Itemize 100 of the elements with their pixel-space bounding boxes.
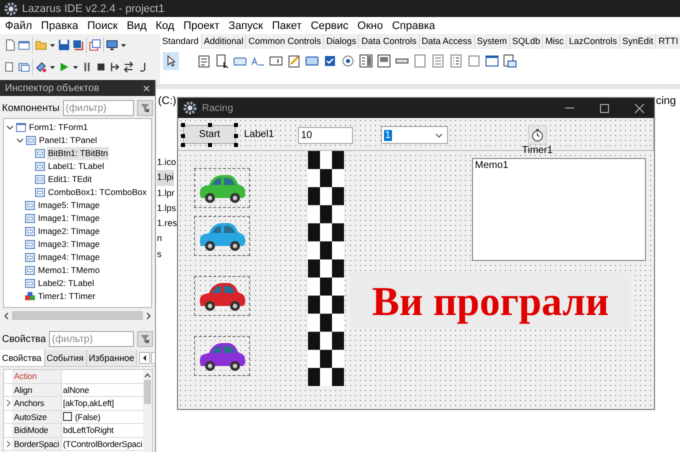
filter-field[interactable]: (фильтр): [48, 331, 134, 347]
clear-filter-button[interactable]: [137, 100, 153, 116]
menu-item[interactable]: Пакет: [272, 20, 302, 32]
palette-tab[interactable]: RTTI: [656, 34, 680, 49]
memo-box[interactable]: Memo1: [472, 158, 646, 261]
tree-item[interactable]: Image3: TImage: [37, 238, 101, 251]
step-into-icon[interactable]: [109, 61, 121, 73]
menu-item[interactable]: Проект: [183, 20, 220, 32]
tree-item[interactable]: Image5: TImage: [37, 199, 101, 212]
combo-box[interactable]: 1: [381, 126, 448, 144]
caret-icon[interactable]: [120, 42, 127, 48]
palette-tab[interactable]: Common Controls: [246, 34, 324, 49]
save-icon[interactable]: [58, 39, 70, 51]
chevron-left-icon[interactable]: [3, 312, 9, 320]
chevron-down-icon[interactable]: [6, 124, 14, 130]
component-icon[interactable]: [377, 54, 391, 68]
palette-tab[interactable]: Dialogs: [324, 34, 360, 49]
build-icon[interactable]: [35, 61, 47, 73]
palette-tab[interactable]: Data Access: [420, 34, 475, 49]
tree-item[interactable]: Label2: TLabel: [37, 277, 96, 290]
clear-filter-button[interactable]: [137, 331, 153, 347]
component-icon[interactable]: [449, 54, 463, 68]
selection-handle[interactable]: [234, 123, 238, 127]
stop-icon[interactable]: [95, 61, 107, 73]
file-item[interactable]: n: [157, 231, 162, 247]
start-button[interactable]: Start: [183, 125, 236, 144]
new-file-icon[interactable]: [4, 39, 16, 51]
chevron-down-icon[interactable]: [16, 138, 24, 144]
windows-icon[interactable]: [18, 61, 30, 73]
property-value[interactable]: (TControlBorderSpaci: [63, 438, 142, 450]
copy-icon[interactable]: [4, 61, 16, 73]
component-icon[interactable]: [269, 54, 283, 68]
chevron-up-icon[interactable]: [144, 373, 151, 378]
file-item[interactable]: 1.lps: [157, 200, 176, 216]
selection-handle[interactable]: [234, 134, 238, 138]
file-item[interactable]: 1.res: [157, 216, 178, 232]
caret-icon[interactable]: [49, 64, 56, 70]
menu-item[interactable]: Правка: [41, 20, 78, 32]
menu-item[interactable]: Окно: [357, 20, 383, 32]
tree-item[interactable]: Image1: TImage: [37, 212, 101, 225]
toggle-form-icon[interactable]: [89, 39, 101, 51]
monitor-icon[interactable]: [106, 39, 118, 51]
filter-field[interactable]: (фильтр): [62, 100, 134, 116]
selection-handle[interactable]: [208, 143, 212, 147]
component-icon[interactable]: [287, 54, 301, 68]
menu-item[interactable]: Код: [156, 20, 174, 32]
palette-tab[interactable]: Standard: [160, 34, 202, 49]
scroll-left-icon[interactable]: [139, 352, 150, 364]
tree-item[interactable]: Panel1: TPanel: [38, 134, 98, 147]
close-icon[interactable]: [634, 102, 644, 114]
menu-item[interactable]: Файл: [5, 20, 32, 32]
selection-handle[interactable]: [208, 123, 212, 127]
palette-tab[interactable]: Misc: [543, 34, 567, 49]
save-all-icon[interactable]: [72, 39, 84, 51]
selection-handle[interactable]: [181, 143, 185, 147]
palette-tab[interactable]: LazControls: [566, 34, 620, 49]
new-form-icon[interactable]: [18, 39, 30, 51]
component-icon[interactable]: [503, 54, 517, 68]
property-value[interactable]: (False): [75, 410, 100, 423]
menu-item[interactable]: Сервис: [310, 20, 348, 32]
palette-tab[interactable]: SQLdb: [510, 34, 544, 49]
tree-item[interactable]: Form1: TForm1: [28, 121, 89, 134]
inspector-tab[interactable]: Избранное: [86, 350, 138, 366]
scrollbar-thumb[interactable]: [144, 380, 151, 404]
palette-tab[interactable]: Data Controls: [359, 34, 420, 49]
tree-item[interactable]: ComboBox1: TComboBox: [47, 186, 148, 199]
edit-field[interactable]: 10: [298, 127, 353, 144]
property-value[interactable]: alNone: [63, 384, 90, 396]
selection-handle[interactable]: [234, 143, 238, 147]
tree-item[interactable]: Memo1: TMemo: [37, 264, 101, 277]
component-icon[interactable]: [323, 54, 337, 68]
chevron-right-icon[interactable]: [146, 312, 152, 320]
component-icon[interactable]: [485, 54, 499, 68]
tree-item[interactable]: Timer1: TTimer: [37, 290, 96, 303]
file-item[interactable]: 1.ico: [157, 155, 176, 170]
pointer-tool[interactable]: [163, 52, 179, 70]
file-item[interactable]: 1.lpi: [157, 170, 174, 186]
maximize-icon[interactable]: [598, 102, 610, 114]
component-icon[interactable]: [359, 54, 373, 68]
caret-icon[interactable]: [49, 42, 56, 48]
tree-item[interactable]: Image2: TImage: [37, 225, 101, 238]
menu-item[interactable]: Поиск: [87, 20, 118, 32]
selection-handle[interactable]: [181, 134, 185, 138]
tree-item[interactable]: BitBtn1: TBitBtn: [47, 147, 109, 160]
property-value[interactable]: [akTop,akLeft]: [63, 397, 114, 410]
close-icon[interactable]: [143, 84, 150, 92]
palette-tab[interactable]: SynEdit: [620, 34, 656, 49]
checkbox[interactable]: [63, 412, 72, 422]
component-icon[interactable]: [341, 54, 355, 68]
selection-handle[interactable]: [181, 123, 185, 127]
menu-item[interactable]: Вид: [126, 20, 147, 32]
timer-component[interactable]: [528, 125, 547, 145]
inspector-tab[interactable]: События: [44, 350, 87, 366]
menu-item[interactable]: Запуск: [228, 20, 263, 32]
step-over-icon[interactable]: [123, 61, 135, 73]
component-icon[interactable]: [197, 54, 211, 68]
tree-item[interactable]: Label1: TLabel: [47, 160, 106, 173]
caret-icon[interactable]: [72, 64, 79, 70]
component-icon[interactable]: [215, 54, 229, 68]
file-item[interactable]: 1.lpr: [157, 186, 175, 201]
